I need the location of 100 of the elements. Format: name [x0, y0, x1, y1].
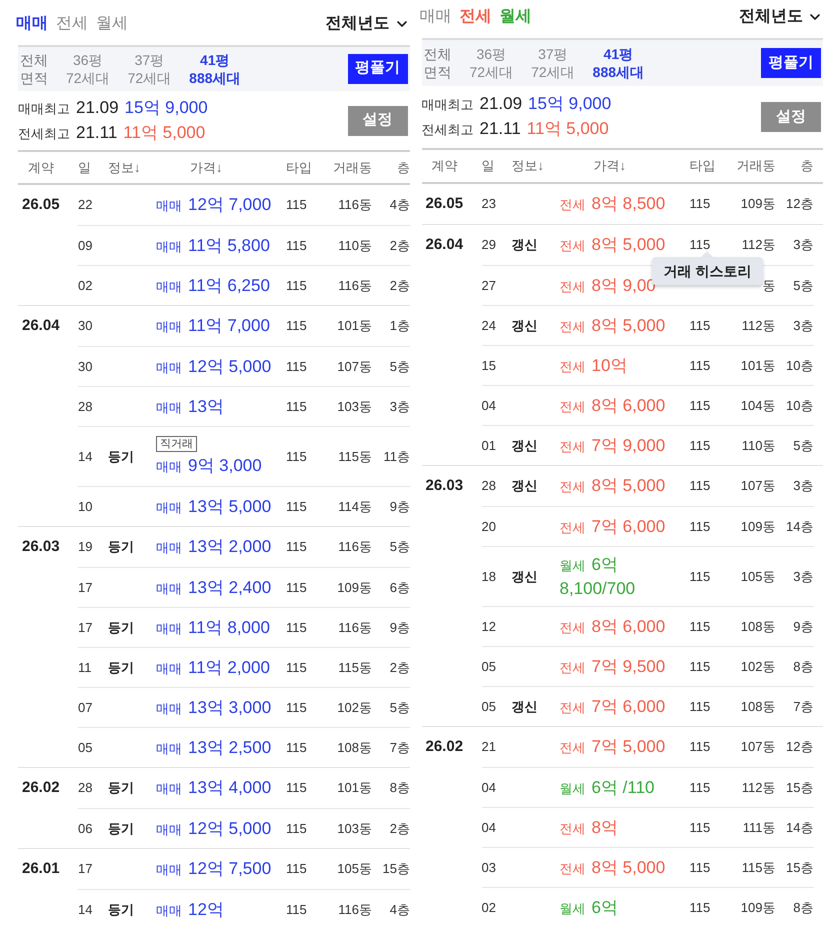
price-text[interactable]: 11억 7,000 — [188, 314, 270, 338]
dong-text: 108동 — [740, 618, 776, 634]
column-header[interactable]: 거래동 — [330, 158, 376, 178]
deal-type-tab[interactable]: 월세 — [96, 12, 128, 36]
floor-text: 5층 — [793, 278, 814, 293]
deal-type-tab[interactable]: 매매 — [16, 12, 48, 36]
high-date: 21.11 — [480, 118, 521, 140]
price-text[interactable]: 13억 3,000 — [188, 696, 272, 720]
day-text: 19 — [78, 538, 94, 556]
price-text[interactable]: 12억 7,500 — [188, 857, 272, 881]
price-text[interactable]: 13억 2,000 — [188, 535, 272, 559]
area-option[interactable]: 37평 72세대 — [531, 45, 575, 81]
price-text[interactable]: 11억 5,800 — [188, 234, 270, 258]
price-text[interactable]: 12억 7,000 — [188, 193, 272, 217]
price-text[interactable]: 11억 2,000 — [188, 656, 270, 680]
price-text[interactable]: 11억 6,250 — [188, 274, 270, 298]
year-filter-dropdown[interactable]: 전체년도 — [739, 5, 823, 29]
price-text[interactable]: 6억 — [592, 896, 618, 920]
dong-text: 116동 — [338, 539, 372, 554]
column-header[interactable]: 거래동 — [734, 156, 780, 176]
expand-area-button[interactable]: 평풀기 — [761, 48, 821, 78]
price-text[interactable]: 13억 2,500 — [188, 736, 272, 760]
floor-text: 12층 — [786, 196, 814, 212]
type-text: 115 — [286, 448, 307, 464]
price-text[interactable]: 8억 5,000 — [592, 856, 666, 880]
price-text[interactable]: 7억 6,000 — [592, 514, 666, 538]
column-header[interactable]: 일 — [482, 156, 512, 176]
column-header[interactable]: 계약 — [422, 156, 482, 176]
column-header[interactable]: 타입 — [286, 158, 330, 178]
floor-text: 2층 — [390, 820, 410, 836]
column-header[interactable]: 정보↓ — [108, 158, 156, 178]
deal-type-label: 매매 — [156, 580, 182, 598]
price-text[interactable]: 8억 — [592, 816, 618, 840]
column-header[interactable]: 가격↓ — [156, 158, 286, 178]
deal-type-label: 전세 — [560, 318, 586, 336]
expand-area-button[interactable]: 평풀기 — [348, 54, 408, 84]
column-header[interactable]: 계약 — [18, 158, 78, 178]
price-text[interactable]: 8억 8,500 — [592, 192, 666, 216]
settings-button[interactable]: 설정 — [761, 102, 821, 132]
deal-type-label: 매매 — [156, 197, 182, 215]
day-text: 30 — [78, 317, 94, 336]
deal-type-tab[interactable]: 월세 — [500, 5, 532, 29]
price-text[interactable]: 12억 5,000 — [188, 354, 272, 378]
price-text[interactable]: 9억 3,000 — [188, 454, 262, 478]
price-text[interactable]: 12억 5,000 — [188, 816, 272, 840]
price-text[interactable]: 6억 /110 — [592, 776, 655, 800]
history-tooltip: 거래 히스토리 — [652, 251, 764, 286]
column-header[interactable]: 층 — [376, 158, 410, 178]
price-text[interactable]: 13억 5,000 — [188, 494, 272, 518]
price-text[interactable]: 7억 9,500 — [592, 654, 666, 678]
type-text: 115 — [286, 398, 307, 414]
area-option[interactable]: 41평 888세대 — [189, 50, 241, 87]
floor-text: 3층 — [793, 568, 814, 584]
type-text: 115 — [286, 358, 307, 374]
price-text[interactable]: 10억 — [592, 354, 628, 378]
price-text[interactable]: 8억 6,000 — [592, 614, 666, 638]
area-label: 전체 — [424, 45, 452, 63]
floor-text: 5층 — [390, 700, 410, 715]
price-text[interactable]: 7억 5,000 — [592, 735, 666, 759]
price-text[interactable]: 13억 — [188, 394, 224, 418]
info-label: 갱신 — [512, 478, 538, 494]
info-label: 갱신 — [512, 318, 538, 333]
dong-text: 107동 — [740, 739, 776, 754]
dong-text: 103동 — [337, 398, 372, 414]
area-option[interactable]: 41평 888세대 — [592, 45, 644, 81]
dong-text: 116동 — [338, 197, 372, 212]
price-text[interactable]: 8억 6,000 — [592, 394, 666, 418]
column-header[interactable]: 일 — [78, 158, 108, 178]
price-text[interactable]: 12억 — [188, 898, 224, 922]
deal-type-tab[interactable]: 매매 — [420, 5, 452, 29]
price-text[interactable]: 7억 6,000 — [592, 694, 666, 718]
column-header[interactable]: 타입 — [690, 156, 734, 176]
year-filter-dropdown[interactable]: 전체년도 — [326, 12, 410, 36]
price-text[interactable]: 6억 — [592, 552, 618, 576]
deal-type-tab[interactable]: 전세 — [460, 5, 492, 29]
month-label: 26.04 — [426, 234, 464, 255]
price-text[interactable]: 8억 5,000 — [592, 314, 666, 338]
price-text[interactable]: 13억 4,000 — [188, 776, 272, 800]
price-text[interactable]: 8억 5,000 — [592, 474, 666, 498]
price-text[interactable]: 13억 2,400 — [188, 576, 272, 600]
settings-button[interactable]: 설정 — [348, 106, 408, 136]
floor-text: 3층 — [390, 398, 410, 414]
type-text: 115 — [286, 197, 307, 212]
column-header[interactable]: 층 — [780, 156, 814, 176]
area-option[interactable]: 36평 72세대 — [470, 45, 514, 81]
price-text[interactable]: 8,100/700 — [560, 576, 636, 600]
type-text: 115 — [690, 568, 710, 584]
deal-type-tab[interactable]: 전세 — [56, 12, 88, 36]
column-header[interactable]: 가격↓ — [560, 156, 690, 176]
price-text[interactable]: 7억 9,000 — [592, 434, 666, 458]
deal-type-label: 전세 — [560, 398, 586, 416]
type-text: 115 — [286, 498, 307, 514]
price-text[interactable]: 11억 8,000 — [188, 616, 270, 640]
type-text: 115 — [286, 318, 307, 334]
area-option[interactable]: 36평 72세대 — [66, 50, 110, 87]
area-option[interactable]: 37평 72세대 — [128, 50, 172, 87]
deal-type-label: 매매 — [156, 780, 182, 798]
deal-type-label: 매매 — [156, 620, 182, 638]
dong-text: 107동 — [740, 478, 776, 494]
column-header[interactable]: 정보↓ — [512, 156, 560, 176]
